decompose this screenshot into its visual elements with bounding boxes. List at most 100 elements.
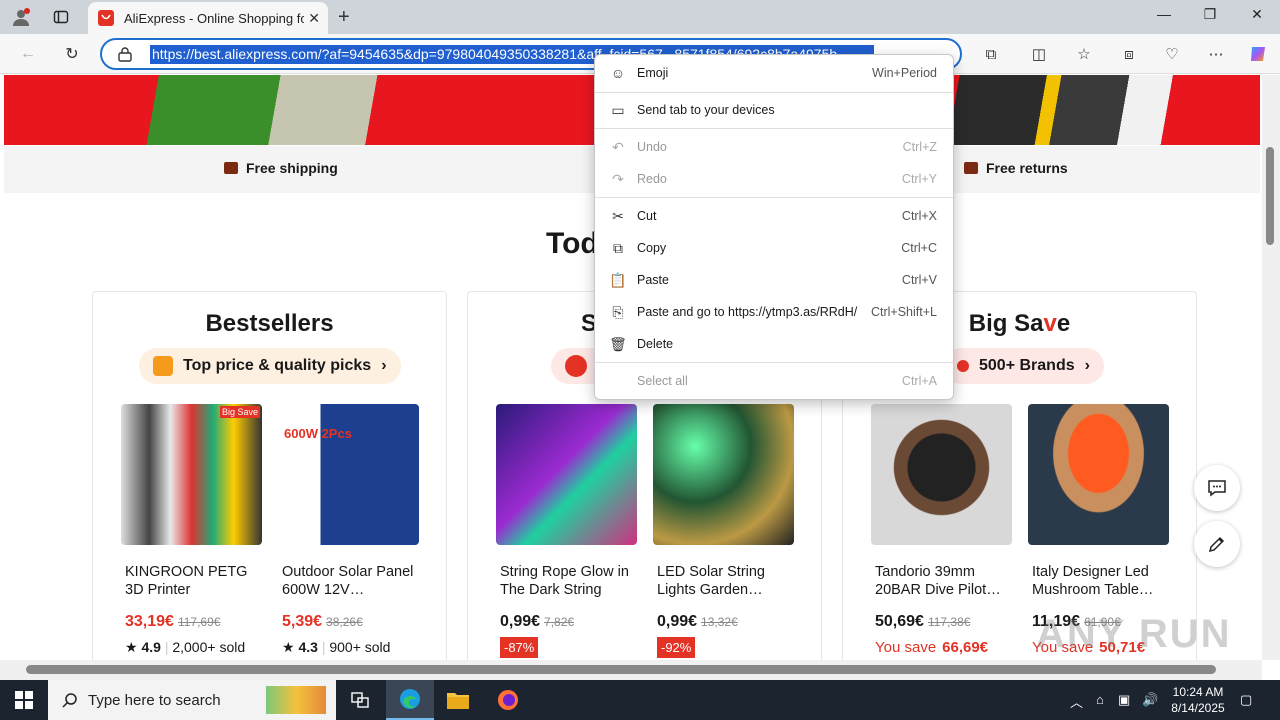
redo-icon: ↷ [612,170,624,187]
aliexpress-favicon-icon [98,10,114,26]
close-window-icon[interactable]: ✕ [1237,6,1277,23]
section-title: Tod [546,227,599,260]
brand-icon [957,360,969,372]
product-name: Outdoor Solar Panel 600W 12V… [282,564,414,598]
close-tab-icon[interactable]: ✕ [308,10,320,27]
menu-item-select-all[interactable]: Select all Ctrl+A [595,365,953,397]
top-picks-pill[interactable]: Top price & quality picks › [139,348,401,384]
favorites-icon[interactable]: ☆ [1072,42,1096,66]
star-icon: ★ [125,639,138,655]
file-explorer-icon[interactable] [434,680,482,720]
scissors-icon: ✂ [612,207,624,224]
vertical-scroll-thumb[interactable] [1266,147,1274,245]
menu-item-paste[interactable]: 📋 Paste Ctrl+V [595,264,953,296]
menu-separator [595,92,953,93]
network-device-icon[interactable]: ⌂ [1096,692,1104,707]
chat-icon [1208,480,1226,497]
product-card[interactable]: 600W 2Pcs Outdoor Solar Panel 600W 12V… … [278,404,419,656]
you-save: You save 66,69€ [875,639,989,656]
banner-hose-image [144,75,380,145]
menu-item-emoji[interactable]: ☺ Emoji Win+Period [595,57,953,89]
new-tab-button[interactable]: + [338,6,350,29]
chat-button[interactable] [1194,465,1240,511]
product-price: 5,39€ 38,26€ [282,613,363,630]
network-icon[interactable]: ▣ [1118,692,1130,708]
product-image [496,404,637,545]
product-name: String Rope Glow in The Dark String Ro… [500,564,629,598]
paste-icon: 📋 [609,271,627,288]
menu-item-cut[interactable]: ✂ Cut Ctrl+X [595,200,953,232]
product-image [1028,404,1169,545]
big-save-tag: Big Save [219,406,260,418]
menu-item-undo[interactable]: ↶ Undo Ctrl+Z [595,131,953,163]
menu-item-copy[interactable]: ⧉ Copy Ctrl+C [595,232,953,264]
devices-icon: ▭ [611,101,625,118]
search-highlight-image [266,686,326,714]
discount-badge: -92% [657,637,696,658]
badge-icon [153,356,173,376]
undo-icon: ↶ [612,138,624,155]
product-image: Big Save [121,404,262,545]
edge-taskbar-icon[interactable] [386,680,434,720]
truck-icon [224,162,238,174]
product-rating: ★ 4.3 | 900+ sold [282,639,391,655]
edit-icon [1208,536,1225,553]
tab-actions-icon[interactable] [50,6,72,28]
menu-item-delete[interactable]: 🗑 Delete [595,328,953,360]
product-rating: ★ 4.9 | 2,000+ sold [125,639,246,655]
menu-item-paste-and-go[interactable]: ⎘ Paste and go to https://ytmp3.as/RRdH/… [595,296,953,328]
windows-logo-icon [15,691,33,709]
product-name: LED Solar String Lights Garden… [657,564,765,598]
task-view-icon[interactable] [336,680,384,720]
discount-badge: -87% [500,637,539,658]
notifications-icon[interactable]: ▢ [1240,692,1252,708]
settings-more-icon[interactable]: ⋯ [1204,42,1228,66]
taskbar-search[interactable]: Type here to search [48,680,336,720]
lock-icon[interactable] [118,46,132,62]
split-screen-icon[interactable]: ◫ [1027,42,1051,66]
bestsellers-card[interactable]: Bestsellers Top price & quality picks › … [92,291,447,660]
product-card[interactable]: LED Solar String Lights Garden… 0,99€ 13,… [653,404,794,658]
profile-icon[interactable] [10,6,32,28]
horizontal-scrollbar[interactable] [0,660,1262,680]
restore-icon[interactable]: ❐ [1190,6,1230,23]
windows-taskbar: Type here to search ︿ ⌂ ▣ 🔊 10:24 AM 8/1… [0,680,1280,720]
tab-aliexpress[interactable]: AliExpress - Online Shopping for Popular… [88,2,328,34]
product-price: 0,99€ 13,32€ [657,613,738,630]
product-name: Tandorio 39mm 20BAR Dive Pilot… [875,564,1001,598]
product-price: 0,99€ 7,82€ [500,613,575,630]
menu-separator [595,362,953,363]
copilot-icon[interactable] [1246,42,1270,66]
product-image [653,404,794,545]
start-button[interactable] [0,680,48,720]
feedback-button[interactable] [1194,521,1240,567]
menu-item-redo[interactable]: ↷ Redo Ctrl+Y [595,163,953,195]
chevron-up-icon[interactable]: ︿ [1070,692,1083,711]
extensions-icon[interactable]: ⧉ [979,42,1003,66]
card-title: Bestsellers [205,310,334,337]
menu-item-send-tab[interactable]: ▭ Send tab to your devices [595,94,953,126]
copy-icon: ⧉ [613,239,623,256]
horizontal-scroll-thumb[interactable] [26,665,1216,674]
clock[interactable]: 10:24 AM 8/14/2025 [1160,684,1236,716]
brands-pill[interactable]: 500+ Brands › [943,348,1104,384]
product-name: KINGROON PETG 3D Printer Filament… [125,564,248,598]
banner-massage-gun-image [950,75,1180,145]
product-card[interactable]: String Rope Glow in The Dark String Ro… … [496,404,637,658]
volume-icon[interactable]: 🔊 [1142,692,1158,708]
product-card[interactable]: Tandorio 39mm 20BAR Dive Pilot… 50,69€ 11… [871,404,1012,656]
product-price: 33,19€ 117,69€ [125,613,221,630]
browser-essentials-icon[interactable]: ♡ [1160,42,1184,66]
firefox-icon[interactable] [484,680,532,720]
refresh-icon[interactable]: ↻ [60,42,84,66]
collections-icon[interactable]: ⧈ [1117,42,1141,66]
vertical-scrollbar[interactable] [1262,75,1280,660]
menu-separator [595,128,953,129]
product-name: Italy Designer Led Mushroom Table… [1032,564,1154,598]
product-image [871,404,1012,545]
product-card[interactable]: Big Save KINGROON PETG 3D Printer Filame… [121,404,262,656]
back-icon[interactable]: ← [16,42,40,66]
product-price: 50,69€ 117,38€ [875,613,971,630]
minimize-icon[interactable]: — [1144,6,1184,22]
browser-titlebar: AliExpress - Online Shopping for Popular… [0,0,1280,34]
